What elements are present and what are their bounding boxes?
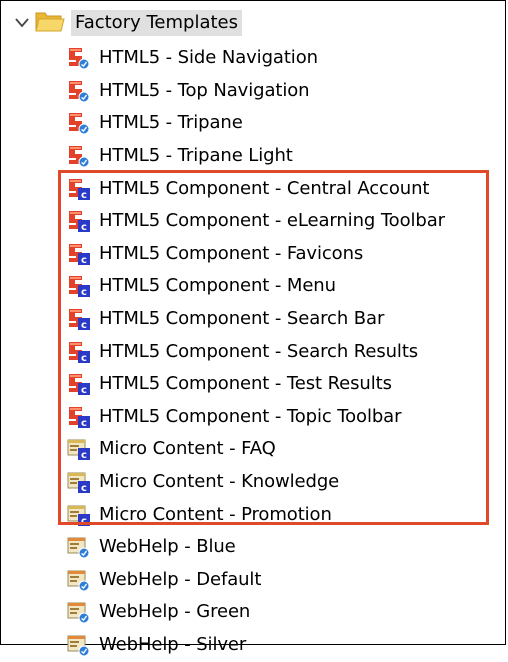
tree-item-html5-tripane-light[interactable]: HTML5 - Tripane Light	[67, 140, 445, 173]
tree-item-label: WebHelp - Blue	[99, 536, 236, 558]
html5-skin-icon	[67, 111, 91, 135]
folder-open-icon	[35, 10, 65, 37]
html5-skin-icon	[67, 144, 91, 168]
tree-item-webhelp-silver[interactable]: WebHelp - Silver	[67, 629, 445, 662]
tree-node-factory-templates[interactable]: Factory Templates	[11, 9, 242, 37]
webhelp-skin-icon	[67, 633, 91, 657]
html5-skin-icon	[67, 46, 91, 70]
tree-item-label: WebHelp - Silver	[99, 633, 247, 655]
webhelp-skin-icon	[67, 568, 91, 592]
tree-item-label: HTML5 - Top Navigation	[99, 79, 310, 101]
tree-item-label: HTML5 - Tripane Light	[99, 145, 293, 167]
tree-item-label: HTML5 - Side Navigation	[99, 47, 318, 69]
tree-item-webhelp-default[interactable]: WebHelp - Default	[67, 564, 445, 597]
tree-item-label: WebHelp - Green	[99, 601, 251, 623]
tree-item-html5-tripane[interactable]: HTML5 - Tripane	[67, 107, 445, 140]
tree-item-webhelp-green[interactable]: WebHelp - Green	[67, 596, 445, 629]
highlight-box	[58, 170, 489, 525]
tree-item-webhelp-blue[interactable]: WebHelp - Blue	[67, 531, 445, 564]
chevron-down-icon[interactable]	[11, 12, 33, 34]
tree-node-label: Factory Templates	[71, 10, 242, 36]
tree-panel: Factory Templates HTML5 - Side Navigatio…	[0, 0, 506, 657]
webhelp-skin-icon	[67, 535, 91, 559]
tree-item-label: HTML5 - Tripane	[99, 112, 243, 134]
webhelp-skin-icon	[67, 600, 91, 624]
tree-item-html5-top-navigation[interactable]: HTML5 - Top Navigation	[67, 75, 445, 108]
html5-skin-icon	[67, 79, 91, 103]
tree-item-html5-side-navigation[interactable]: HTML5 - Side Navigation	[67, 42, 445, 75]
tree-item-label: WebHelp - Default	[99, 568, 262, 590]
